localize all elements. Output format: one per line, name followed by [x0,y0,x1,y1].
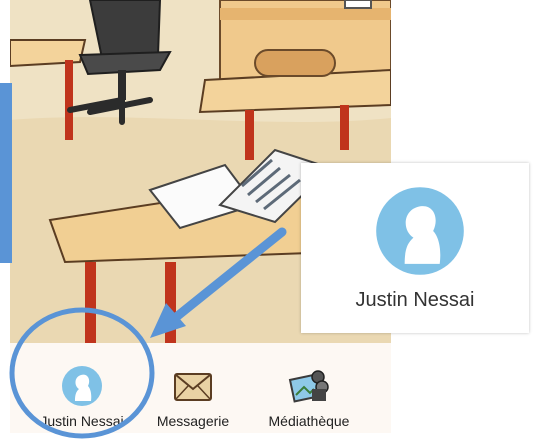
user-avatar-icon [61,365,103,407]
taskbar-item-label: Justin Nessai [40,413,124,429]
taskbar-item-mediatheque[interactable]: Médiathèque [249,357,369,431]
left-edge-highlight [0,83,12,263]
envelope-icon [172,365,214,407]
media-library-icon [288,365,330,407]
taskbar-item-label: Messagerie [156,413,230,429]
profile-name: Justin Nessai [355,289,475,311]
user-avatar-icon [374,185,466,277]
taskbar-item-profile[interactable]: Justin Nessai [22,357,142,431]
taskbar: Justin Nessai Messagerie Médiathèque [10,343,391,433]
taskbar-item-label: Médiathèque [268,413,350,429]
profile-zoom-callout: Justin Nessai [301,163,529,333]
taskbar-item-messagerie[interactable]: Messagerie [133,357,253,431]
